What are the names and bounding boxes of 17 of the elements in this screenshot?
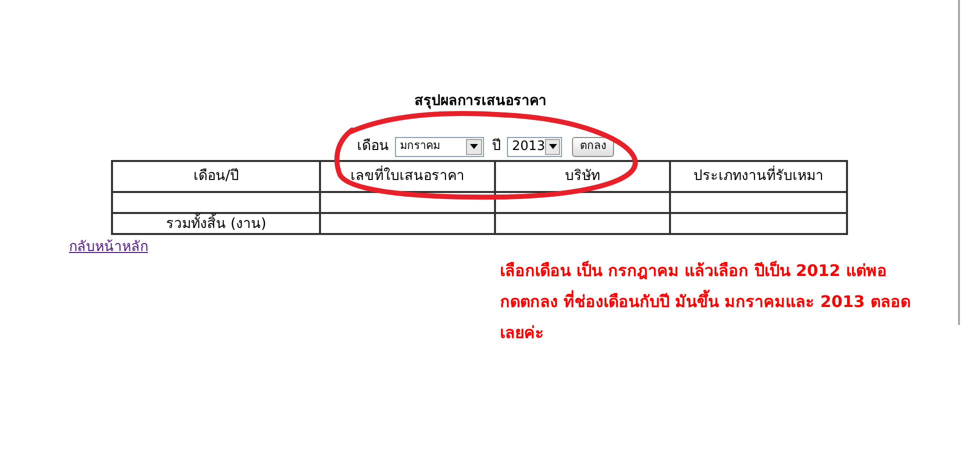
dropdown-arrow-icon: [470, 144, 478, 149]
month-dropdown[interactable]: มกราคม: [395, 136, 484, 156]
submit-button[interactable]: ตกลง: [572, 136, 614, 156]
column-header: บริษัท: [494, 161, 670, 192]
dropdown-arrow-icon: [548, 144, 557, 149]
column-header: เลขที่ใบเสนอราคา: [320, 161, 495, 192]
annotation-text: เลยค่ะ: [500, 322, 545, 344]
column-header: ประเภทงานที่รับเหมา: [670, 161, 847, 192]
month-label: เดือน: [357, 137, 389, 156]
annotation-text: เลือกเดือน เป็น กรกฎาคม แล้วเลือก ปีเป็น 2012 แต่พอ: [500, 260, 888, 282]
table-cell: รวมทั้งสิ้น (งาน): [112, 213, 320, 234]
page-title: สรุปผลการเสนอราคา: [414, 92, 548, 111]
back-link[interactable]: กลับหน้าหลัก: [69, 237, 148, 258]
column-header: เดือน/ปี: [112, 161, 320, 192]
year-dropdown[interactable]: 2013: [507, 136, 562, 156]
year-label: ปี: [492, 137, 501, 156]
annotation-text: กดตกลง ที่ช่องเดือนกับปี มันขึ้น มกราคมและ 2013 ตลอด: [500, 291, 910, 313]
